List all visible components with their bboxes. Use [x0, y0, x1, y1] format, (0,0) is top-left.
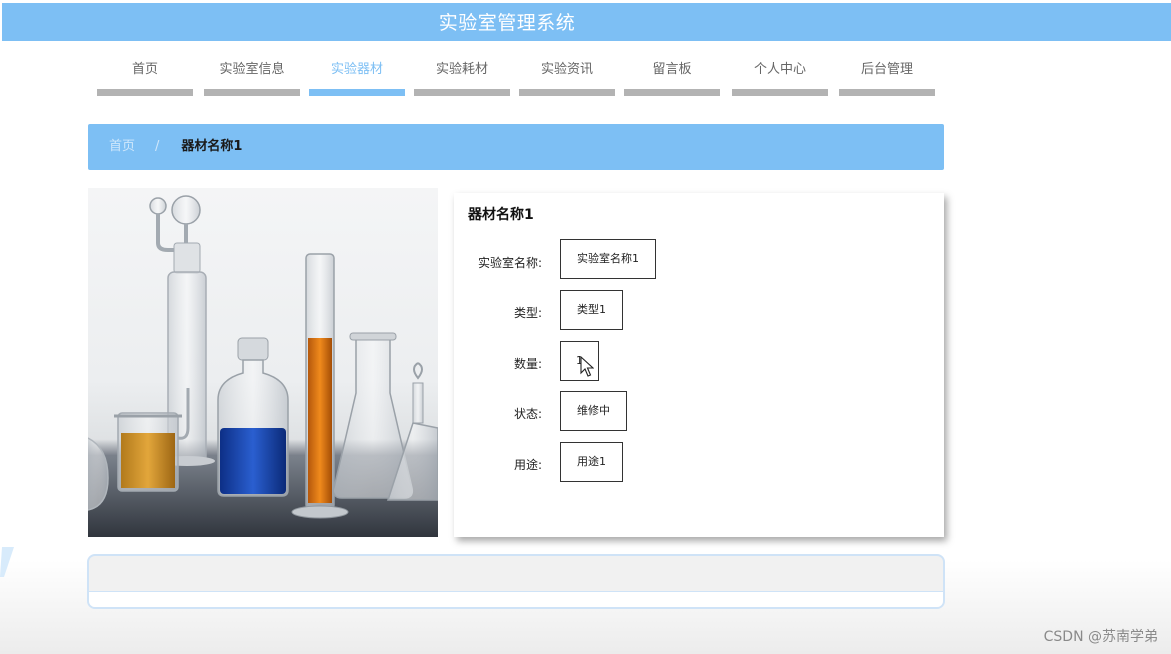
site-title: 实验室管理系统 — [438, 12, 576, 34]
panel-lower — [89, 592, 943, 607]
field-label-lab-name: 实验室名称: — [477, 256, 542, 270]
nav-item-label: 留言板 — [652, 62, 692, 77]
breadcrumb-home-link[interactable]: 首页 — [109, 139, 135, 154]
bottom-panel — [87, 554, 945, 609]
nav-item-lab-info[interactable]: 实验室信息 — [204, 58, 300, 98]
nav-item-profile[interactable]: 个人中心 — [732, 58, 828, 98]
equipment-photo — [88, 188, 438, 537]
breadcrumb-current: 器材名称1 — [181, 139, 243, 154]
nav-underline — [839, 89, 935, 96]
nav-item-label: 后台管理 — [860, 62, 913, 77]
nav-item-admin[interactable]: 后台管理 — [839, 58, 935, 98]
nav-item-equipment[interactable]: 实验器材 — [309, 58, 405, 98]
lab-glassware-illustration — [88, 195, 438, 537]
nav-underline — [414, 89, 510, 96]
nav-underline — [97, 89, 193, 96]
nav-item-news[interactable]: 实验资讯 — [519, 58, 615, 98]
breadcrumb: 首页 / 器材名称1 — [88, 124, 944, 170]
field-label-status: 状态: — [513, 407, 542, 421]
equipment-name-heading: 器材名称1 — [468, 207, 534, 223]
nav-underline — [309, 89, 405, 96]
nav-item-consumables[interactable]: 实验耗材 — [414, 58, 510, 98]
nav-item-label: 实验耗材 — [435, 62, 488, 77]
nav-item-label: 个人中心 — [753, 62, 806, 77]
nav-item-label: 实验室信息 — [219, 62, 285, 77]
nav-item-label: 实验资讯 — [540, 62, 593, 77]
field-value-type: 类型1 — [560, 290, 623, 330]
nav-underline — [204, 89, 300, 96]
mouse-cursor-icon — [580, 356, 594, 377]
field-value-lab-name: 实验室名称1 — [560, 239, 656, 279]
header-bar: 实验室管理系统 — [2, 3, 1171, 41]
breadcrumb-separator: / — [155, 139, 160, 154]
decorative-shape — [0, 547, 14, 577]
field-label-quantity: 数量: — [513, 357, 542, 371]
field-value-purpose: 用途1 — [560, 442, 623, 482]
nav-item-message-board[interactable]: 留言板 — [624, 58, 720, 98]
watermark-text: CSDN @苏南学弟 — [1043, 629, 1158, 645]
field-value-status: 维修中 — [560, 391, 627, 431]
nav-item-label: 首页 — [131, 62, 158, 77]
nav-underline — [519, 89, 615, 96]
nav-underline — [732, 89, 828, 96]
equipment-detail-card: 器材名称1 实验室名称: 实验室名称1 类型: 类型1 数量: 1 状态: 维修… — [454, 193, 944, 537]
field-label-type: 类型: — [513, 306, 542, 320]
nav-item-label: 实验器材 — [330, 62, 383, 77]
nav-item-home[interactable]: 首页 — [97, 58, 193, 98]
field-label-purpose: 用途: — [513, 458, 542, 472]
nav-underline — [624, 89, 720, 96]
page: 实验室管理系统 首页 实验室信息 实验器材 实验耗材 实验资讯 留言板 个人中心… — [0, 0, 1171, 654]
